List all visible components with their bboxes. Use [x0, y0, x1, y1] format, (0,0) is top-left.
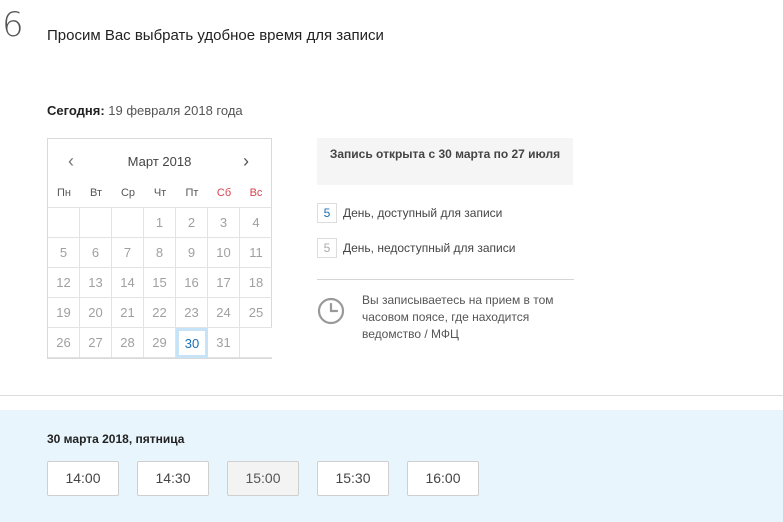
calendar-day: 29: [144, 328, 176, 358]
calendar-day: 31: [208, 328, 240, 358]
weekday: Вт: [89, 187, 102, 199]
legend-available-text: День, доступный для записи: [343, 206, 503, 220]
calendar-day: 12: [48, 268, 80, 298]
calendar-day: 9: [176, 238, 208, 268]
calendar-day: 11: [240, 238, 272, 268]
time-slot-button[interactable]: 16:00: [407, 461, 479, 496]
calendar-day: 7: [112, 238, 144, 268]
calendar-day: 15: [144, 268, 176, 298]
today-value: 19 февраля 2018 года: [108, 103, 243, 118]
calendar-day: 28: [112, 328, 144, 358]
calendar-header: ‹ Март 2018 ›: [48, 139, 271, 185]
calendar-day: 18: [240, 268, 272, 298]
weekday: Пт: [185, 187, 199, 199]
legend-unavailable-sample: 5: [317, 238, 337, 258]
time-slot-button-disabled[interactable]: 15:00: [227, 461, 299, 496]
calendar-day: 24: [208, 298, 240, 328]
legend-available: 5 День, доступный для записи: [317, 203, 502, 223]
calendar-day: 2: [176, 208, 208, 238]
weekday: Ср: [120, 187, 136, 199]
calendar-days-grid: 1 2 3 4 5 6 7 8 9 10 11 12 13 14 15 16 17 18 19 20 21 22 23 24 2…: [48, 207, 272, 358]
calendar-day: 17: [208, 268, 240, 298]
calendar-day: 20: [80, 298, 112, 328]
calendar-day: 8: [144, 238, 176, 268]
weekday: Чт: [153, 187, 167, 199]
clock-icon: [317, 297, 345, 325]
calendar-day: 5: [48, 238, 80, 268]
chevron-right-icon[interactable]: ›: [243, 151, 249, 172]
divider: [317, 279, 574, 280]
legend-available-sample: 5: [317, 203, 337, 223]
calendar-day: 26: [48, 328, 80, 358]
calendar-day: 22: [144, 298, 176, 328]
time-slot-button[interactable]: 14:30: [137, 461, 209, 496]
calendar-day: 13: [80, 268, 112, 298]
calendar-day: 27: [80, 328, 112, 358]
calendar-day-empty: [240, 328, 272, 358]
calendar: ‹ Март 2018 › Пн Вт Ср Чт Пт Сб Вс 12345…: [47, 138, 272, 359]
section-divider: [0, 395, 783, 396]
weekday-weekend: Сб: [216, 187, 232, 199]
calendar-day: 3: [208, 208, 240, 238]
calendar-day: 14: [112, 268, 144, 298]
calendar-day-empty: [80, 208, 112, 238]
today-label: Сегодня:: [47, 103, 105, 118]
calendar-day: 19: [48, 298, 80, 328]
calendar-day: 10: [208, 238, 240, 268]
weekday: Пн: [57, 187, 71, 199]
calendar-month: Март 2018: [127, 154, 192, 169]
booking-period-info: Запись открыта с 30 марта по 27 июля: [317, 138, 573, 185]
time-slot-button[interactable]: 14:00: [47, 461, 119, 496]
calendar-day-empty: [48, 208, 80, 238]
calendar-day-available[interactable]: 30: [176, 328, 208, 358]
timezone-note: Вы записываетесь на прием в том часовом …: [362, 293, 554, 341]
legend-unavailable: 5 День, недоступный для записи: [317, 238, 515, 258]
calendar-day-empty: [112, 208, 144, 238]
weekday-weekend: Вс: [249, 187, 263, 199]
calendar-day: 23: [176, 298, 208, 328]
legend-unavailable-text: День, недоступный для записи: [343, 241, 516, 255]
calendar-day: 1: [144, 208, 176, 238]
today-line: Сегодня: 19 февраля 2018 года: [47, 103, 243, 118]
time-slot-button[interactable]: 15:30: [317, 461, 389, 496]
slots-date: 30 марта 2018, пятница: [47, 432, 185, 446]
step-title: Просим Вас выбрать удобное время для зап…: [47, 27, 384, 44]
calendar-day: 6: [80, 238, 112, 268]
calendar-day: 21: [112, 298, 144, 328]
calendar-day: 16: [176, 268, 208, 298]
weekday-row: Пн Вт Ср Чт Пт Сб Вс: [48, 185, 271, 207]
calendar-day: 25: [240, 298, 272, 328]
step-number: 6: [2, 5, 24, 45]
time-slots-panel: 30 марта 2018, пятница 14:00 14:30 15:00…: [0, 410, 783, 522]
calendar-day: 4: [240, 208, 272, 238]
